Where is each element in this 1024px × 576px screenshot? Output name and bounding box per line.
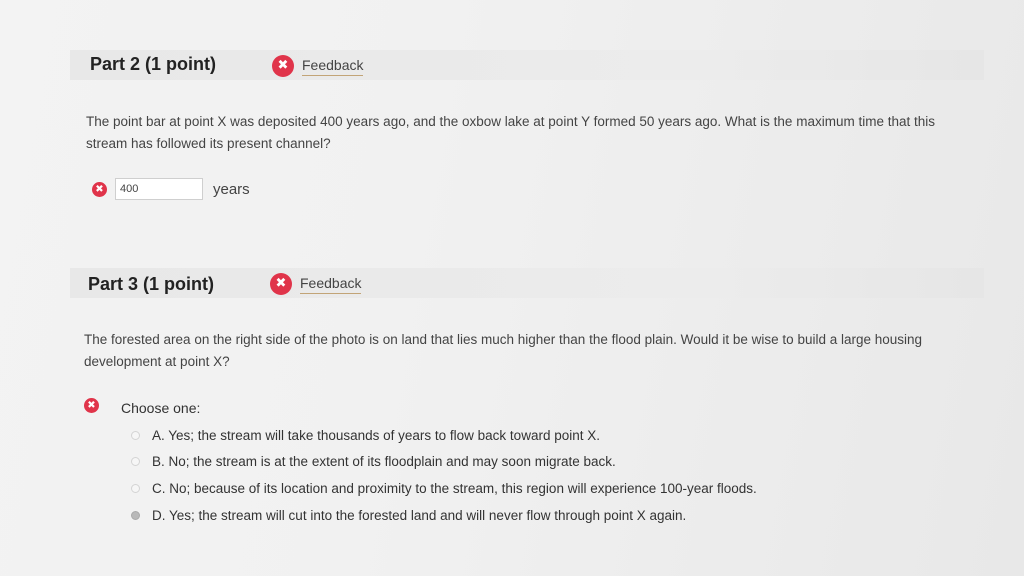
incorrect-answer-icon: ✖ <box>92 181 107 197</box>
part3-feedback-button[interactable]: ✖ Feedback <box>270 273 362 295</box>
incorrect-choice-icon: ✖ <box>84 398 99 413</box>
part3-question: The forested area on the right side of t… <box>84 332 923 369</box>
option-b-label: B. No; the stream is at the extent of it… <box>152 454 616 469</box>
part2-feedback-link[interactable]: Feedback <box>302 57 364 76</box>
option-a-radio[interactable] <box>131 431 140 440</box>
option-a[interactable]: A. Yes; the stream will take thousands o… <box>131 428 600 443</box>
part3-title: Part 3 (1 point) <box>88 274 215 294</box>
option-d-radio[interactable] <box>131 511 140 520</box>
choose-one-label: Choose one: <box>121 400 201 416</box>
option-c[interactable]: C. No; because of its location and proxi… <box>131 481 757 496</box>
option-c-label: C. No; because of its location and proxi… <box>152 481 757 496</box>
option-d[interactable]: D. Yes; the stream will cut into the for… <box>131 508 686 523</box>
option-a-label: A. Yes; the stream will take thousands o… <box>152 428 600 443</box>
part2-title: Part 2 (1 point) <box>90 54 217 74</box>
quiz-page: Part 2 (1 point) ✖ Feedback The point ba… <box>0 0 1024 576</box>
part2-answer-input[interactable] <box>115 178 203 200</box>
incorrect-x-icon: ✖ <box>272 55 294 77</box>
part3-feedback-link[interactable]: Feedback <box>300 275 362 294</box>
incorrect-x-icon: ✖ <box>270 273 292 295</box>
part2-question: The point bar at point X was deposited 4… <box>86 114 935 151</box>
option-b[interactable]: B. No; the stream is at the extent of it… <box>131 454 616 469</box>
option-d-label: D. Yes; the stream will cut into the for… <box>152 508 687 523</box>
part2-answer-row: ✖ years <box>92 178 250 200</box>
part2-units-label: years <box>213 180 250 198</box>
option-b-radio[interactable] <box>131 457 140 466</box>
part2-feedback-button[interactable]: ✖ Feedback <box>272 55 364 77</box>
option-c-radio[interactable] <box>131 484 140 493</box>
